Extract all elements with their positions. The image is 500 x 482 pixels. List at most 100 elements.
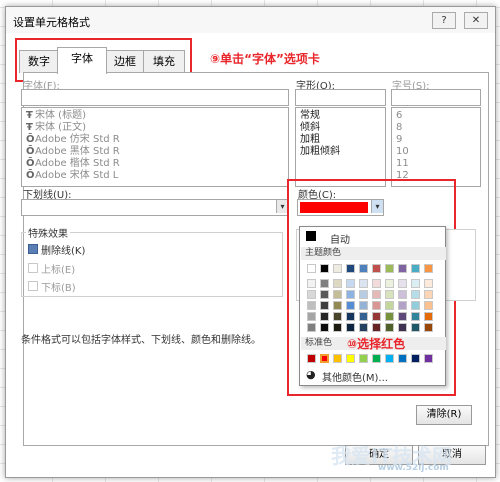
standard-color-swatch[interactable] — [346, 354, 355, 363]
theme-shade-swatch[interactable] — [333, 290, 342, 299]
theme-shade-swatch[interactable] — [307, 301, 316, 310]
list-item[interactable]: Ŧ 宋体 (正文) — [26, 122, 86, 134]
theme-shade-swatch[interactable] — [346, 312, 355, 321]
theme-shade-swatch[interactable] — [372, 312, 381, 321]
theme-color-swatch[interactable] — [346, 264, 355, 273]
list-item[interactable]: 8 — [396, 122, 402, 134]
theme-shade-swatch[interactable] — [320, 312, 329, 321]
standard-color-swatch[interactable] — [398, 354, 407, 363]
theme-shade-swatch[interactable] — [320, 323, 329, 332]
theme-shade-swatch[interactable] — [307, 290, 316, 299]
standard-color-swatch[interactable] — [424, 354, 433, 363]
theme-shade-swatch[interactable] — [424, 301, 433, 310]
theme-shade-swatch[interactable] — [385, 323, 394, 332]
tab-font[interactable]: 字体 — [57, 47, 107, 74]
theme-color-swatch[interactable] — [359, 264, 368, 273]
theme-shade-swatch[interactable] — [385, 312, 394, 321]
standard-color-swatch[interactable] — [411, 354, 420, 363]
theme-shade-swatch[interactable] — [398, 290, 407, 299]
theme-shade-swatch[interactable] — [307, 312, 316, 321]
theme-shade-swatch[interactable] — [424, 323, 433, 332]
theme-shade-swatch[interactable] — [385, 290, 394, 299]
theme-shade-swatch[interactable] — [359, 290, 368, 299]
theme-shade-swatch[interactable] — [398, 323, 407, 332]
theme-shade-swatch[interactable] — [359, 312, 368, 321]
list-item[interactable]: 加粗 — [300, 134, 320, 146]
font-input[interactable] — [21, 89, 289, 106]
style-list[interactable]: 常规 倾斜 加粗 加粗倾斜 — [295, 107, 386, 187]
theme-color-swatch[interactable] — [411, 264, 420, 273]
theme-shade-swatch[interactable] — [359, 301, 368, 310]
theme-shade-swatch[interactable] — [385, 301, 394, 310]
theme-shade-swatch[interactable] — [411, 279, 420, 288]
list-item[interactable]: ŌAdobe 仿宋 Std R — [26, 134, 120, 146]
theme-shade-swatch[interactable] — [320, 279, 329, 288]
theme-shade-swatch[interactable] — [359, 323, 368, 332]
font-list[interactable]: Ŧ 宋体 (标题) Ŧ 宋体 (正文) ŌAdobe 仿宋 Std R ŌAdobe… — [21, 107, 289, 187]
theme-shade-swatch[interactable] — [424, 290, 433, 299]
more-colors-link[interactable]: 其他颜色(M)... — [322, 369, 388, 384]
auto-color-swatch[interactable] — [306, 231, 316, 241]
theme-shade-swatch[interactable] — [385, 279, 394, 288]
size-list[interactable]: 6 8 9 10 11 12 — [391, 107, 481, 187]
help-button[interactable]: ? — [432, 12, 456, 29]
list-item[interactable]: 6 — [396, 110, 402, 122]
theme-shade-swatch[interactable] — [398, 312, 407, 321]
list-item[interactable]: Ŧ 宋体 (标题) — [26, 110, 86, 122]
list-item[interactable]: 10 — [396, 146, 409, 158]
standard-color-swatch[interactable] — [359, 354, 368, 363]
strikethrough-checkbox[interactable] — [28, 244, 38, 254]
theme-color-swatch[interactable] — [424, 264, 433, 273]
list-item[interactable]: 11 — [396, 158, 409, 170]
list-item[interactable]: 倾斜 — [300, 122, 320, 134]
theme-shade-swatch[interactable] — [411, 312, 420, 321]
list-item[interactable]: ŌAdobe 楷体 Std R — [26, 158, 120, 170]
style-input[interactable] — [295, 89, 386, 106]
theme-shade-swatch[interactable] — [424, 279, 433, 288]
standard-color-swatch[interactable] — [372, 354, 381, 363]
theme-shade-swatch[interactable] — [411, 323, 420, 332]
theme-shade-swatch[interactable] — [346, 323, 355, 332]
theme-shade-swatch[interactable] — [411, 290, 420, 299]
theme-shade-swatch[interactable] — [424, 312, 433, 321]
theme-shade-swatch[interactable] — [320, 290, 329, 299]
standard-color-swatch[interactable] — [385, 354, 394, 363]
theme-shade-swatch[interactable] — [359, 279, 368, 288]
close-button[interactable]: ✕ — [464, 12, 488, 29]
theme-shade-swatch[interactable] — [372, 301, 381, 310]
theme-shade-swatch[interactable] — [307, 323, 316, 332]
auto-color-label[interactable]: 自动 — [330, 231, 350, 246]
subscript-checkbox[interactable] — [28, 281, 38, 291]
theme-shade-swatch[interactable] — [333, 323, 342, 332]
theme-shade-swatch[interactable] — [346, 290, 355, 299]
list-item[interactable]: 9 — [396, 134, 402, 146]
superscript-checkbox[interactable] — [28, 263, 38, 273]
theme-shade-swatch[interactable] — [346, 301, 355, 310]
theme-shade-swatch[interactable] — [372, 323, 381, 332]
list-item[interactable]: 加粗倾斜 — [300, 146, 340, 158]
theme-color-swatch[interactable] — [307, 264, 316, 273]
list-item[interactable]: 常规 — [300, 110, 320, 122]
theme-shade-swatch[interactable] — [333, 301, 342, 310]
theme-shade-swatch[interactable] — [307, 279, 316, 288]
list-item[interactable]: ŌAdobe 黑体 Std R — [26, 146, 120, 158]
standard-color-swatch[interactable] — [307, 354, 316, 363]
theme-shade-swatch[interactable] — [333, 312, 342, 321]
theme-shade-swatch[interactable] — [411, 301, 420, 310]
theme-shade-swatch[interactable] — [346, 279, 355, 288]
theme-shade-swatch[interactable] — [372, 290, 381, 299]
theme-color-swatch[interactable] — [398, 264, 407, 273]
list-item[interactable]: ŌAdobe 宋体 Std L — [26, 170, 118, 182]
size-input[interactable] — [391, 89, 481, 106]
theme-color-swatch[interactable] — [385, 264, 394, 273]
clear-button[interactable]: 清除(R) — [416, 405, 472, 425]
theme-shade-swatch[interactable] — [333, 279, 342, 288]
theme-shade-swatch[interactable] — [398, 301, 407, 310]
underline-select[interactable]: ▾ — [21, 199, 289, 216]
theme-color-swatch[interactable] — [372, 264, 381, 273]
theme-color-swatch[interactable] — [333, 264, 342, 273]
theme-shade-swatch[interactable] — [320, 301, 329, 310]
standard-color-swatch[interactable] — [333, 354, 342, 363]
theme-color-swatch[interactable] — [320, 264, 329, 273]
theme-shade-swatch[interactable] — [398, 279, 407, 288]
